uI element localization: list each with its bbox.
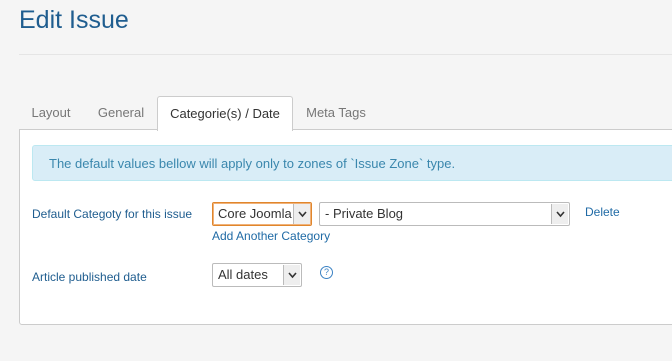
tab-layout[interactable]: Layout <box>19 96 83 129</box>
tab-categories-date[interactable]: Categorie(s) / Date <box>157 96 293 131</box>
title-divider <box>19 54 672 55</box>
published-date-label: Article published date <box>32 270 147 284</box>
default-category-label: Default Categoty for this issue <box>32 207 193 221</box>
site-select-value: Core Joomla <box>218 206 292 221</box>
chevron-down-icon <box>283 265 300 285</box>
delete-category-link[interactable]: Delete <box>585 205 620 219</box>
page-title: Edit Issue <box>19 6 129 34</box>
chevron-down-icon <box>293 204 310 224</box>
category-select-value: - Private Blog <box>325 206 404 221</box>
chevron-down-icon <box>551 204 568 224</box>
tab-general[interactable]: General <box>87 96 155 129</box>
published-date-value: All dates <box>218 267 268 282</box>
site-select[interactable]: Core Joomla <box>212 202 312 226</box>
help-icon[interactable]: ? <box>320 266 333 279</box>
add-category-link[interactable]: Add Another Category <box>212 229 330 243</box>
tab-bar: Layout General Categorie(s) / Date Meta … <box>19 96 672 131</box>
published-date-select[interactable]: All dates <box>212 263 302 287</box>
tab-meta-tags[interactable]: Meta Tags <box>295 96 377 129</box>
info-alert: The default values bellow will apply onl… <box>32 145 672 181</box>
tab-panel: The default values bellow will apply onl… <box>19 129 672 325</box>
category-select[interactable]: - Private Blog <box>319 202 570 226</box>
